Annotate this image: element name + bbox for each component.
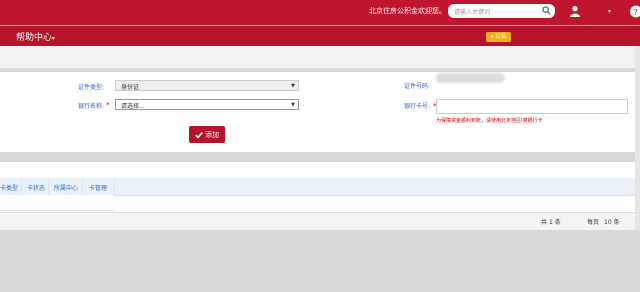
- bank-name-select[interactable]: 请选择... ▼: [115, 99, 299, 110]
- scrollbar[interactable]: [635, 46, 640, 230]
- top-header-bar: 北京住房公积金欢迎您。 请输入关键词 ▾ ?: [0, 0, 640, 25]
- add-button[interactable]: 添加: [189, 126, 225, 143]
- page-size-select[interactable]: 10 条: [604, 217, 620, 226]
- pagination-bar: 共 1 条 每页 10 条: [0, 212, 640, 230]
- add-button-label: 添加: [205, 130, 219, 139]
- chevron-down-icon: ▼: [291, 83, 295, 89]
- card-hint-text: 为保障资金顺利到账，请使用北京地区Ⅰ类银行卡: [436, 118, 543, 124]
- search-box[interactable]: 请输入关键词: [448, 4, 555, 18]
- search-icon[interactable]: [542, 6, 551, 15]
- id-number-label: 证件号码:: [404, 83, 431, 90]
- id-type-select[interactable]: 身份证 ▼: [115, 80, 299, 91]
- col-center[interactable]: 所属中心: [54, 183, 78, 192]
- chevron-down-icon: ▼: [291, 102, 295, 108]
- col-card-manage[interactable]: 卡管理: [89, 183, 107, 192]
- main-nav-bar: 帮助中心▾ ◂ 公告: [0, 25, 640, 46]
- id-type-value: 身份证: [121, 84, 140, 91]
- id-number-value: [436, 73, 505, 83]
- card-number-input[interactable]: [436, 99, 628, 114]
- bank-name-label: 银行名称:: [78, 103, 105, 110]
- nav-help-center-label[interactable]: 帮助中心: [16, 33, 52, 43]
- col-card-type[interactable]: 卡类型: [0, 183, 18, 192]
- card-number-label: 银行卡号:: [404, 103, 431, 110]
- check-icon: [195, 131, 203, 139]
- nav-help-center[interactable]: 帮助中心▾: [16, 30, 55, 43]
- svg-text:?: ?: [634, 8, 638, 17]
- required-mark: *: [106, 101, 110, 109]
- col-card-status[interactable]: 卡状态: [27, 183, 45, 192]
- page-size-label: 每页: [587, 219, 600, 226]
- table-row: [0, 195, 114, 211]
- help-icon[interactable]: ?: [628, 5, 640, 18]
- bank-name-value: 请选择...: [121, 103, 145, 110]
- search-input[interactable]: 请输入关键词: [454, 7, 490, 16]
- id-type-label: 证件类型:: [78, 84, 105, 91]
- total-count: 共 1 条: [541, 219, 561, 226]
- list-panel-header: [0, 162, 640, 179]
- table-header: 卡类型 卡状态 所属中心 卡管理: [0, 178, 640, 196]
- welcome-text: 北京住房公积金欢迎您。: [369, 7, 446, 15]
- notice-badge-label[interactable]: 公告: [495, 33, 507, 40]
- toolbar-strip: [0, 46, 640, 69]
- user-menu-caret-icon[interactable]: ▾: [608, 8, 611, 15]
- nav-caret-icon[interactable]: ▾: [52, 35, 55, 42]
- notice-badge[interactable]: ◂ 公告: [486, 32, 511, 42]
- user-icon[interactable]: [569, 5, 581, 17]
